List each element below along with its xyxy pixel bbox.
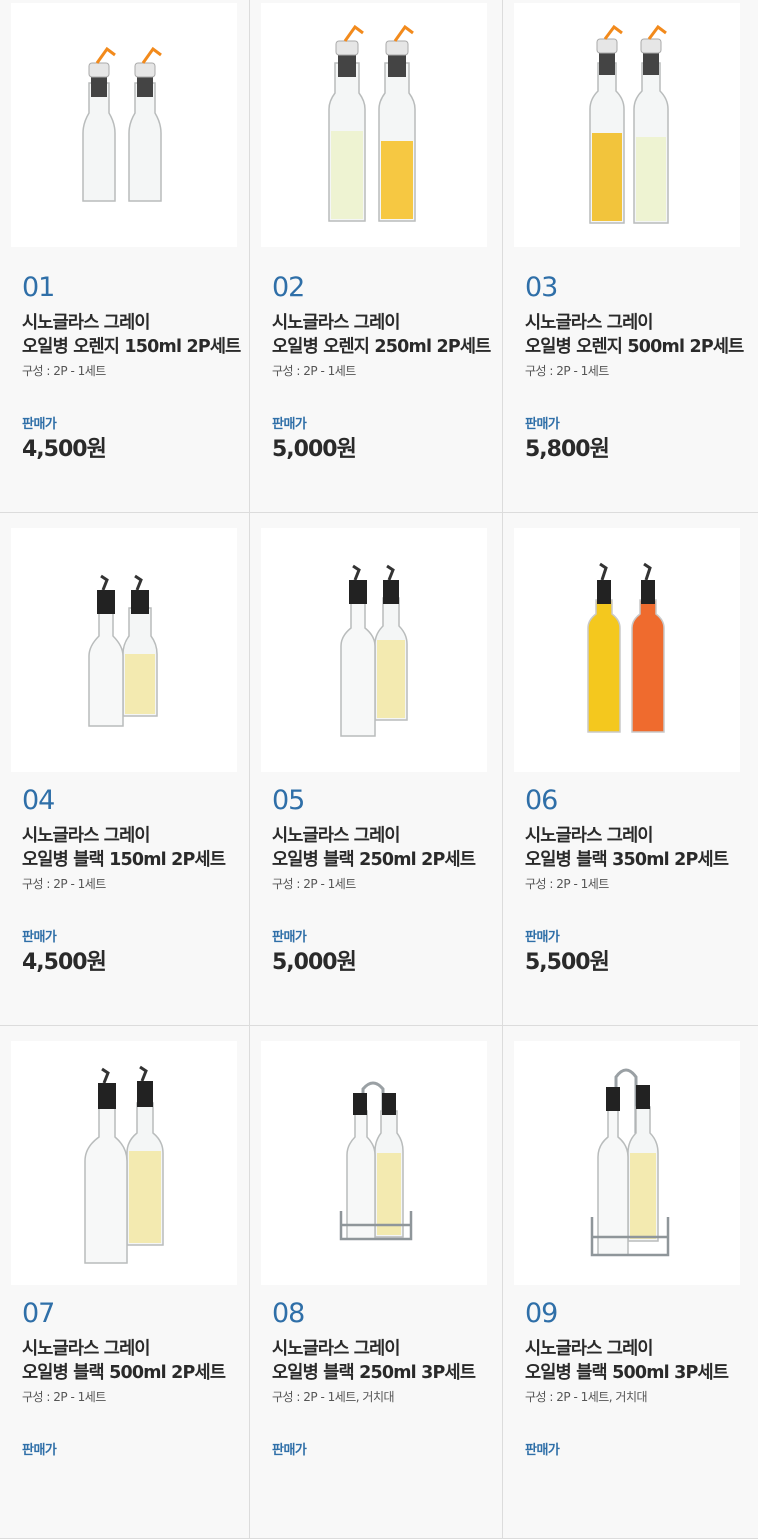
oil-bottles-orange-150ml-icon[interactable] [11,3,237,247]
product-card-05[interactable]: 05 시노글라스 그레이 오일병 블랙 250ml 2P세트 구성 : 2P -… [250,513,503,1026]
product-name-line1[interactable]: 시노글라스 그레이 [525,1335,654,1360]
product-price: 4,500원 [22,950,107,975]
oil-bottles-rack-250ml-icon[interactable] [261,1041,487,1285]
product-number: 08 [272,1298,305,1329]
product-composition: 구성 : 2P - 1세트 [22,1390,106,1404]
product-number: 02 [272,272,305,303]
price-label: 판매가 [525,1443,560,1458]
product-name-line2[interactable]: 오일병 블랙 150ml 2P세트 [22,846,226,871]
product-composition: 구성 : 2P - 1세트, 거치대 [525,1390,648,1404]
product-price: 5,000원 [272,437,357,462]
product-name-line2[interactable]: 오일병 블랙 500ml 3P세트 [525,1359,729,1384]
product-card-03[interactable]: 03 시노글라스 그레이 오일병 오렌지 500ml 2P세트 구성 : 2P … [503,0,758,513]
product-name-line2[interactable]: 오일병 오렌지 150ml 2P세트 [22,333,241,358]
product-card-08[interactable]: 08 시노글라스 그레이 오일병 블랙 250ml 3P세트 구성 : 2P -… [250,1026,503,1539]
product-composition: 구성 : 2P - 1세트 [525,364,609,378]
product-card-01[interactable]: 01 시노글라스 그레이 오일병 오렌지 150ml 2P세트 구성 : 2P … [0,0,250,513]
oil-bottles-orange-250ml-icon[interactable] [261,3,487,247]
product-number: 05 [272,785,305,816]
product-price: 5,800원 [525,437,610,462]
product-name-line1[interactable]: 시노글라스 그레이 [272,1335,401,1360]
product-name-line1[interactable]: 시노글라스 그레이 [22,309,151,334]
product-name-line2[interactable]: 오일병 블랙 250ml 2P세트 [272,846,476,871]
product-number: 06 [525,785,558,816]
oil-bottles-black-250ml-icon[interactable] [261,528,487,772]
oil-bottles-black-150ml-icon[interactable] [11,528,237,772]
product-card-02[interactable]: 02 시노글라스 그레이 오일병 오렌지 250ml 2P세트 구성 : 2P … [250,0,503,513]
product-composition: 구성 : 2P - 1세트 [22,877,106,891]
price-label: 판매가 [272,930,307,945]
price-label: 판매가 [22,930,57,945]
product-name-line1[interactable]: 시노글라스 그레이 [525,309,654,334]
product-number: 01 [22,272,55,303]
product-name-line1[interactable]: 시노글라스 그레이 [22,822,151,847]
oil-bottles-orange-500ml-icon[interactable] [514,3,740,247]
product-composition: 구성 : 2P - 1세트 [272,364,356,378]
product-composition: 구성 : 2P - 1세트 [525,877,609,891]
price-label: 판매가 [272,417,307,432]
product-number: 09 [525,1298,558,1329]
oil-bottles-black-350ml-icon[interactable] [514,528,740,772]
product-price: 5,000원 [272,950,357,975]
price-label: 판매가 [22,417,57,432]
price-label: 판매가 [22,1443,57,1458]
price-label: 판매가 [272,1443,307,1458]
product-composition: 구성 : 2P - 1세트 [272,877,356,891]
product-number: 04 [22,785,55,816]
product-name-line1[interactable]: 시노글라스 그레이 [272,822,401,847]
product-name-line1[interactable]: 시노글라스 그레이 [525,822,654,847]
product-name-line2[interactable]: 오일병 블랙 500ml 2P세트 [22,1359,226,1384]
oil-bottles-black-500ml-icon[interactable] [11,1041,237,1285]
product-card-06[interactable]: 06 시노글라스 그레이 오일병 블랙 350ml 2P세트 구성 : 2P -… [503,513,758,1026]
product-grid: 01 시노글라스 그레이 오일병 오렌지 150ml 2P세트 구성 : 2P … [0,0,758,1539]
product-number: 03 [525,272,558,303]
product-name-line1[interactable]: 시노글라스 그레이 [22,1335,151,1360]
product-name-line2[interactable]: 오일병 블랙 250ml 3P세트 [272,1359,476,1384]
product-number: 07 [22,1298,55,1329]
product-name-line2[interactable]: 오일병 오렌지 500ml 2P세트 [525,333,744,358]
product-name-line1[interactable]: 시노글라스 그레이 [272,309,401,334]
product-price: 4,500원 [22,437,107,462]
product-price: 5,500원 [525,950,610,975]
price-label: 판매가 [525,417,560,432]
product-card-07[interactable]: 07 시노글라스 그레이 오일병 블랙 500ml 2P세트 구성 : 2P -… [0,1026,250,1539]
oil-bottles-rack-500ml-icon[interactable] [514,1041,740,1285]
product-card-04[interactable]: 04 시노글라스 그레이 오일병 블랙 150ml 2P세트 구성 : 2P -… [0,513,250,1026]
product-card-09[interactable]: 09 시노글라스 그레이 오일병 블랙 500ml 3P세트 구성 : 2P -… [503,1026,758,1539]
product-name-line2[interactable]: 오일병 오렌지 250ml 2P세트 [272,333,491,358]
product-name-line2[interactable]: 오일병 블랙 350ml 2P세트 [525,846,729,871]
price-label: 판매가 [525,930,560,945]
product-composition: 구성 : 2P - 1세트 [22,364,106,378]
product-composition: 구성 : 2P - 1세트, 거치대 [272,1390,395,1404]
